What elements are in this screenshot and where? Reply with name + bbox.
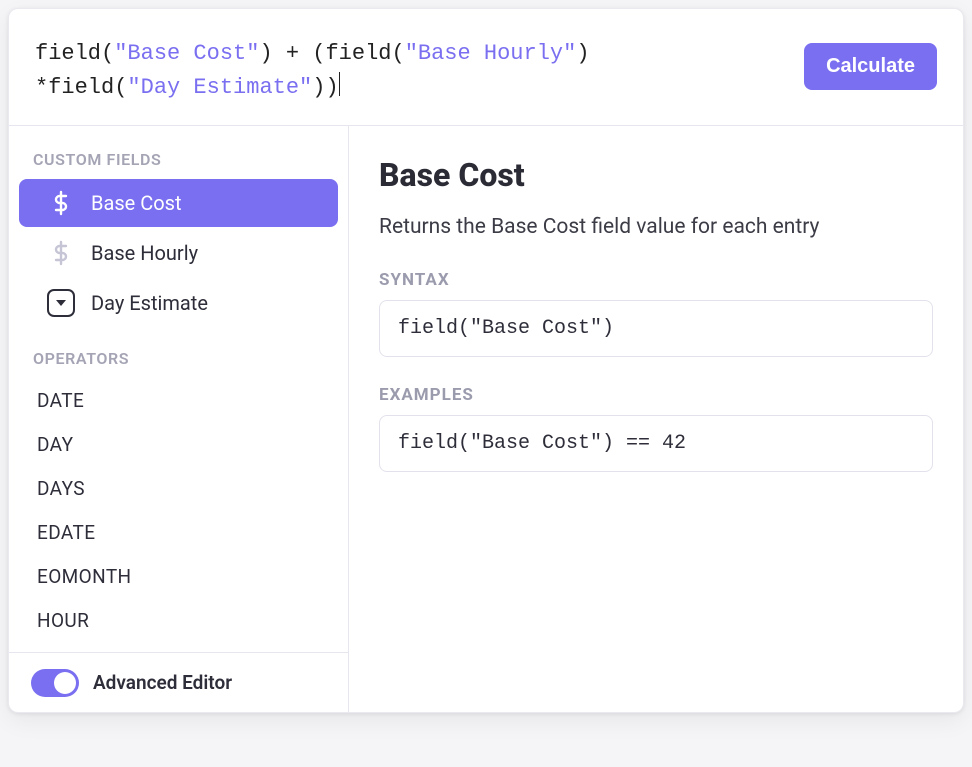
formula-token-fn: field: [35, 41, 101, 66]
formula-token-str: "Base Hourly": [405, 41, 577, 66]
advanced-editor-toggle[interactable]: [31, 669, 79, 697]
dropdown-icon: [47, 289, 75, 317]
custom-fields-list: Base Cost Base Hourly Day Estimate: [9, 179, 348, 327]
operator-item-date[interactable]: DATE: [9, 378, 348, 422]
formula-token-paren: ): [259, 41, 272, 66]
field-item-label: Base Cost: [91, 191, 182, 215]
formula-row: field("Base Cost") + (field("Base Hourly…: [9, 9, 963, 126]
examples-label: EXAMPLES: [379, 385, 933, 405]
advanced-editor-label: Advanced Editor: [93, 671, 232, 694]
operator-item-day[interactable]: DAY: [9, 422, 348, 466]
body-row: CUSTOM FIELDS Base Cost Base Hourly Day Es…: [9, 126, 963, 712]
formula-token-paren: (: [312, 41, 325, 66]
operators-list: DATEDAYDAYSEDATEEOMONTHHOUR: [9, 378, 348, 642]
sidebar-footer: Advanced Editor: [9, 652, 348, 712]
operator-item-days[interactable]: DAYS: [9, 466, 348, 510]
field-item-day-estimate[interactable]: Day Estimate: [19, 279, 338, 327]
field-item-base-hourly[interactable]: Base Hourly: [19, 229, 338, 277]
formula-token-fn: field: [48, 75, 114, 100]
field-item-label: Base Hourly: [91, 241, 198, 265]
syntax-label: SYNTAX: [379, 270, 933, 290]
formula-token-op: +: [273, 41, 313, 66]
field-item-base-cost[interactable]: Base Cost: [19, 179, 338, 227]
formula-token-str: "Day Estimate": [127, 75, 312, 100]
example-codebox: field("Base Cost") == 42: [379, 415, 933, 472]
formula-token-paren: (: [391, 41, 404, 66]
sidebar-scroll: CUSTOM FIELDS Base Cost Base Hourly Day Es…: [9, 126, 348, 652]
formula-token-paren: ): [312, 75, 325, 100]
formula-token-op: *: [35, 75, 48, 100]
formula-editor-panel: field("Base Cost") + (field("Base Hourly…: [8, 8, 964, 713]
calculate-button[interactable]: Calculate: [804, 43, 937, 90]
toggle-knob: [54, 672, 76, 694]
field-item-label: Day Estimate: [91, 291, 208, 315]
formula-token-paren: (: [101, 41, 114, 66]
detail-panel: Base Cost Returns the Base Cost field va…: [349, 126, 963, 712]
formula-token-fn: field: [325, 41, 391, 66]
formula-input[interactable]: field("Base Cost") + (field("Base Hourly…: [35, 37, 780, 105]
formula-token-str: "Base Cost": [114, 41, 259, 66]
operators-heading: OPERATORS: [9, 349, 348, 378]
currency-icon: [47, 240, 75, 266]
operator-item-hour[interactable]: HOUR: [9, 598, 348, 642]
detail-description: Returns the Base Cost field value for ea…: [379, 212, 899, 244]
formula-token-paren: ): [576, 41, 589, 66]
currency-icon: [47, 190, 75, 216]
formula-token-paren: (: [114, 75, 127, 100]
detail-title: Base Cost: [379, 156, 933, 194]
text-caret: [339, 72, 340, 96]
custom-fields-heading: CUSTOM FIELDS: [9, 150, 348, 179]
formula-token-paren: ): [325, 75, 338, 100]
syntax-codebox: field("Base Cost"): [379, 300, 933, 357]
operator-item-eomonth[interactable]: EOMONTH: [9, 554, 348, 598]
sidebar: CUSTOM FIELDS Base Cost Base Hourly Day Es…: [9, 126, 349, 712]
operator-item-edate[interactable]: EDATE: [9, 510, 348, 554]
